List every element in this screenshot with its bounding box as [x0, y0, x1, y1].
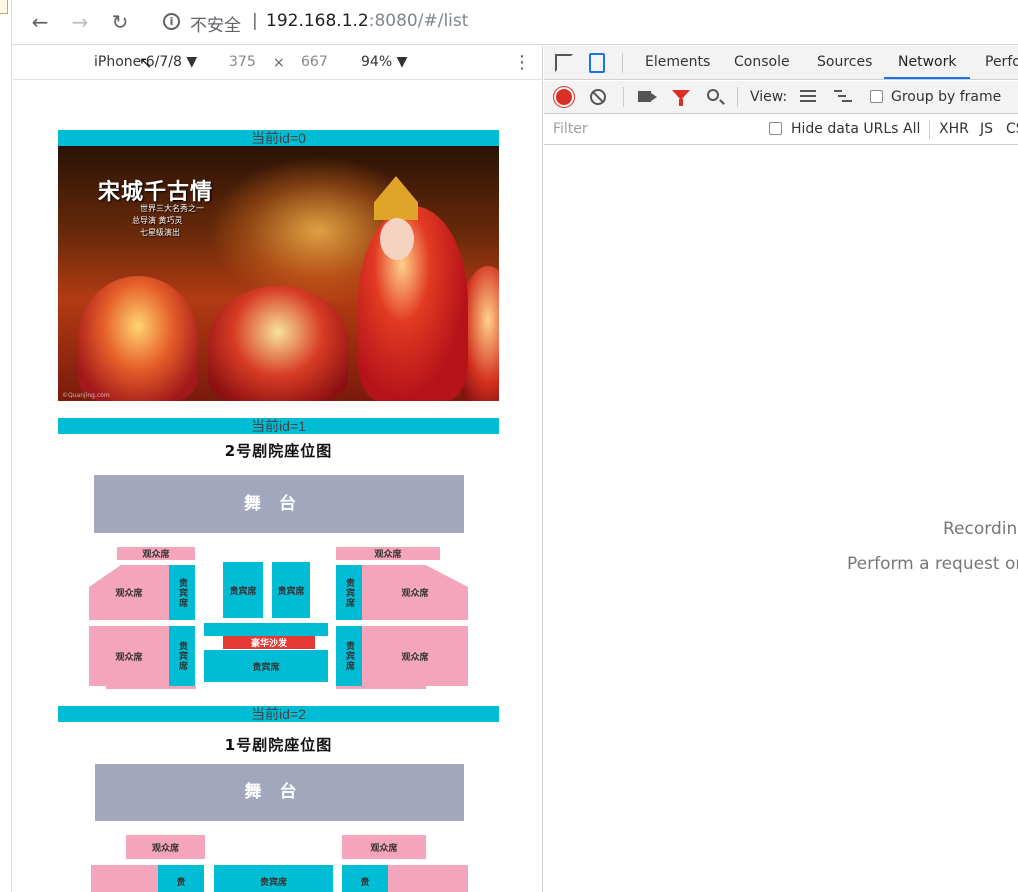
device-width[interactable]: 375 — [229, 54, 256, 70]
perform-request-message: Perform a request or h — [847, 554, 1018, 574]
network-filter-bar: Filter Hide data URLs All XHR JS CS — [544, 115, 1018, 145]
audience-block — [91, 865, 158, 892]
network-toolbar: View: Group by frame — [544, 81, 1018, 114]
view-label: View: — [750, 89, 788, 105]
item-id-label: 当前id=0 — [58, 130, 499, 146]
recording-message: Recording — [943, 519, 1018, 539]
url-field[interactable]: 192.168.1.2:8080/#/list — [266, 11, 468, 31]
audience-block: 观众席 — [89, 565, 169, 620]
filter-css[interactable]: CS — [1006, 121, 1018, 137]
network-panel-body: Recording Perform a request or h — [544, 146, 1018, 892]
item-id-label: 当前id=1 — [58, 418, 499, 434]
poster-director: 总导演 黄巧灵 — [132, 216, 183, 225]
tab-performance[interactable]: Perfo — [985, 54, 1018, 70]
filter-icon[interactable] — [672, 90, 690, 106]
list-view-icon[interactable] — [800, 90, 816, 102]
vip-block: 贵宾席 — [204, 650, 328, 682]
reload-icon[interactable]: ↻ — [108, 10, 132, 34]
poster-watermark: ©Quanjing.com — [62, 392, 110, 399]
dancer-figure — [78, 276, 198, 401]
bookmark-icon — [0, 0, 8, 14]
poster-title: 宋城千古情 — [98, 180, 214, 205]
group-by-frame-checkbox[interactable] — [870, 90, 883, 103]
filter-xhr[interactable]: XHR — [939, 121, 969, 137]
audience-block: 观众席 — [362, 626, 468, 686]
dimension-separator: × — [273, 55, 285, 71]
seat-map-image[interactable]: 2号剧院座位图 舞台 观众席 观众席 观众席 贵宾席 贵宾席 贵宾席 贵宾席 观… — [58, 434, 499, 689]
audience-block — [388, 865, 468, 892]
vip-block: 贵 — [158, 865, 204, 892]
stage-block: 舞台 — [94, 475, 464, 533]
device-toggle-icon[interactable] — [589, 53, 605, 73]
mouse-cursor-icon: ↖ — [139, 53, 153, 72]
hide-data-urls-checkbox[interactable] — [769, 122, 782, 135]
audience-block: 观众席 — [342, 835, 426, 859]
more-options-icon[interactable]: ⋮ — [513, 52, 531, 73]
seat-map-heading: 1号剧院座位图 — [224, 736, 333, 754]
audience-block: 观众席 — [126, 835, 205, 859]
poster-subtitle: 世界三大名秀之一 — [140, 204, 204, 213]
device-height[interactable]: 667 — [301, 54, 328, 70]
active-tab-indicator — [884, 77, 970, 79]
vip-block: 贵宾席 — [336, 565, 362, 620]
divider — [737, 87, 738, 107]
audience-block-edge — [336, 686, 426, 689]
vip-block: 贵宾席 — [214, 865, 333, 892]
tab-console[interactable]: Console — [734, 54, 790, 70]
hide-data-urls-label[interactable]: Hide data URLs — [791, 121, 898, 137]
inspect-element-icon[interactable] — [555, 54, 573, 72]
waterfall-view-icon[interactable] — [834, 90, 852, 102]
vip-block: 贵 — [342, 865, 388, 892]
left-edge-strip — [0, 0, 12, 892]
group-by-frame-label[interactable]: Group by frame — [891, 89, 1001, 105]
clear-icon[interactable] — [590, 89, 606, 105]
tab-elements[interactable]: Elements — [645, 54, 710, 70]
vip-block: 贵宾席 — [223, 562, 263, 618]
seat-map-heading: 2号剧院座位图 — [224, 442, 333, 460]
stage-block: 舞台 — [95, 764, 464, 821]
url-separator: | — [252, 11, 258, 31]
audience-block: 观众席 — [89, 626, 169, 686]
dancer-face — [380, 218, 414, 260]
browser-window: ← → ↻ i 不安全 | 192.168.1.2:8080/#/list iP… — [0, 0, 1018, 892]
audience-block: 观众席 — [336, 547, 440, 560]
tab-sources[interactable]: Sources — [817, 54, 872, 70]
filter-all[interactable]: All — [903, 121, 920, 137]
device-toolbar: iPhone 6/7/8 ▼ 375 × 667 94% ▼ ⋮ — [13, 46, 543, 80]
divider — [622, 53, 623, 73]
vip-block: 贵宾席 — [272, 562, 310, 618]
device-viewport: 当前id=0 宋城千古情 世界三大名秀之一 总导演 黄巧灵 七星级演出 ©Qua… — [13, 81, 543, 892]
tab-network[interactable]: Network — [898, 54, 956, 70]
divider — [929, 120, 930, 139]
dancer-figure — [208, 286, 348, 401]
audience-block: 观众席 — [117, 547, 195, 560]
vip-block: 贵宾席 — [169, 626, 195, 686]
divider — [623, 87, 624, 107]
url-host: 192.168.1.2 — [266, 11, 369, 31]
security-label[interactable]: 不安全 — [190, 11, 241, 36]
vip-block: 贵宾席 — [169, 565, 195, 620]
zoom-select[interactable]: 94% ▼ — [361, 54, 407, 70]
back-icon[interactable]: ← — [28, 10, 52, 34]
record-icon[interactable] — [556, 89, 572, 105]
devtools-tabbar: Elements Console Sources Network Perfo — [544, 46, 1018, 80]
item-id-label: 当前id=2 — [58, 706, 499, 722]
seat-map-image[interactable]: 1号剧院座位图 舞台 观众席 观众席 贵宾席 贵 贵 — [58, 722, 499, 892]
audience-block: 观众席 — [362, 565, 468, 620]
vip-block: 贵宾席 — [336, 626, 362, 686]
vip-strip — [204, 623, 328, 636]
url-path: :8080/#/list — [368, 11, 469, 31]
poster-tagline: 七星级演出 — [140, 228, 180, 237]
audience-block-edge — [106, 686, 196, 689]
capture-screenshots-icon[interactable] — [638, 91, 657, 102]
search-icon[interactable] — [707, 89, 719, 101]
list-page: 当前id=0 宋城千古情 世界三大名秀之一 总导演 黄巧灵 七星级演出 ©Qua… — [58, 130, 499, 892]
filter-js[interactable]: JS — [980, 121, 993, 137]
luxury-sofa-block: 豪华沙发 — [223, 636, 315, 649]
show-poster-image[interactable]: 宋城千古情 世界三大名秀之一 总导演 黄巧灵 七星级演出 ©Quanjing.c… — [58, 146, 499, 401]
forward-icon[interactable]: → — [68, 10, 92, 34]
address-bar: ← → ↻ i 不安全 | 192.168.1.2:8080/#/list — [0, 0, 1018, 45]
filter-input[interactable]: Filter — [553, 121, 588, 137]
info-icon[interactable]: i — [163, 13, 180, 30]
